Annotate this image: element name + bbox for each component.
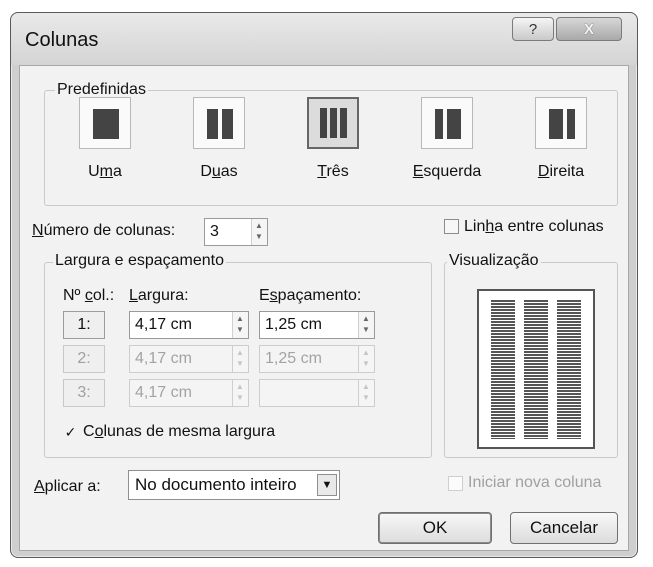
preset-tres-icon <box>307 97 359 149</box>
spin-down-icon: ▼ <box>236 325 244 334</box>
colunas-dialog: Colunas ? X Predefinidas Uma Duas Três E… <box>10 12 638 558</box>
two-columns-icon <box>207 109 233 139</box>
spin-up-icon: ▲ <box>236 382 244 391</box>
col-number-2: 2: <box>63 345 105 373</box>
spin-up-icon: ▲ <box>362 348 370 357</box>
preview-page <box>477 289 595 449</box>
width-spinner-1[interactable]: ▲ ▼ <box>232 312 248 338</box>
preset-tres-label: Três <box>317 163 349 180</box>
preview-column-3 <box>557 299 581 439</box>
checkmark-icon: ✓ <box>64 424 77 440</box>
spin-up-icon: ▲ <box>255 221 263 230</box>
aplicar-label: Aplicar a: <box>34 478 101 495</box>
dialog-title: Colunas <box>25 29 99 51</box>
preview-columns <box>491 299 581 439</box>
spin-down-icon: ▼ <box>236 393 244 402</box>
linha-entre-colunas-checkbox[interactable] <box>444 219 459 234</box>
numero-colunas-spinner[interactable]: ▲ ▼ <box>251 219 267 245</box>
right-column-icon <box>549 109 575 139</box>
preview-column-1 <box>491 299 515 439</box>
preview-column-2 <box>524 299 548 439</box>
three-columns-icon <box>320 108 347 138</box>
dialog-body: Predefinidas Uma Duas Três Esquerda Dire… <box>19 65 629 551</box>
largura-title: Largura e espaçamento <box>53 252 226 270</box>
preset-duas-label: Duas <box>200 163 238 180</box>
linha-entre-colunas-label: Linha entre colunas <box>464 218 604 235</box>
spin-up-icon: ▲ <box>236 348 244 357</box>
col-number-3: 3: <box>63 379 105 407</box>
close-icon: X <box>583 20 594 38</box>
preset-direita-label: Direita <box>537 163 585 180</box>
mesma-largura-label: Colunas de mesma largura <box>83 423 276 440</box>
largura-group: Largura e espaçamento Nº col.: Largura: … <box>44 252 432 458</box>
width-input-1[interactable]: 4,17 cm <box>129 311 249 339</box>
spacing-spinner-1[interactable]: ▲ ▼ <box>358 312 374 338</box>
width-spinner-2[interactable]: ▲ ▼ <box>232 346 248 372</box>
cancel-button[interactable]: Cancelar <box>510 512 618 544</box>
ok-button[interactable]: OK <box>378 512 492 544</box>
aplicar-select[interactable]: No documento inteiro ▼ <box>128 470 340 500</box>
width-input-3[interactable]: 4,17 cm <box>129 379 249 407</box>
spin-down-icon: ▼ <box>236 359 244 368</box>
width-input-2[interactable]: 4,17 cm <box>129 345 249 373</box>
preset-uma-icon <box>79 97 131 149</box>
col-header: Nº col.: <box>63 287 115 304</box>
mesma-largura-checkbox[interactable]: ✓ <box>63 425 78 440</box>
preview-group: Visualização <box>444 252 618 458</box>
presets-group: Predefinidas Uma Duas Três Esquerda Dire… <box>44 81 618 206</box>
spin-down-icon: ▼ <box>362 393 370 402</box>
spacing-spinner-3[interactable]: ▲ ▼ <box>358 380 374 406</box>
width-header: Largura: <box>129 287 189 304</box>
preset-esquerda-label: Esquerda <box>412 163 482 180</box>
col-number-1: 1: <box>63 311 105 339</box>
spin-up-icon: ▲ <box>362 382 370 391</box>
help-icon: ? <box>528 20 538 38</box>
iniciar-nova-coluna-label: Iniciar nova coluna <box>468 474 602 491</box>
preview-title: Visualização <box>447 252 541 270</box>
preset-uma-label: Uma <box>88 163 122 180</box>
spin-down-icon: ▼ <box>362 359 370 368</box>
one-column-icon <box>93 109 119 139</box>
spin-up-icon: ▲ <box>236 314 244 323</box>
spin-up-icon: ▲ <box>362 314 370 323</box>
left-column-icon <box>435 109 461 139</box>
width-spinner-3[interactable]: ▲ ▼ <box>232 380 248 406</box>
preset-direita-icon <box>535 97 587 149</box>
chevron-down-icon[interactable]: ▼ <box>317 474 337 496</box>
preset-duas-icon <box>193 97 245 149</box>
iniciar-nova-coluna-checkbox[interactable] <box>448 476 463 491</box>
close-button[interactable]: X <box>556 17 622 41</box>
help-button[interactable]: ? <box>512 17 554 41</box>
spacing-header: Espaçamento: <box>259 287 362 304</box>
numero-colunas-label: Número de colunas: <box>32 222 176 239</box>
spin-down-icon: ▼ <box>255 232 263 241</box>
spacing-spinner-2[interactable]: ▲ ▼ <box>358 346 374 372</box>
spin-down-icon: ▼ <box>362 325 370 334</box>
preset-esquerda-icon <box>421 97 473 149</box>
title-bar: Colunas ? X <box>11 13 637 65</box>
